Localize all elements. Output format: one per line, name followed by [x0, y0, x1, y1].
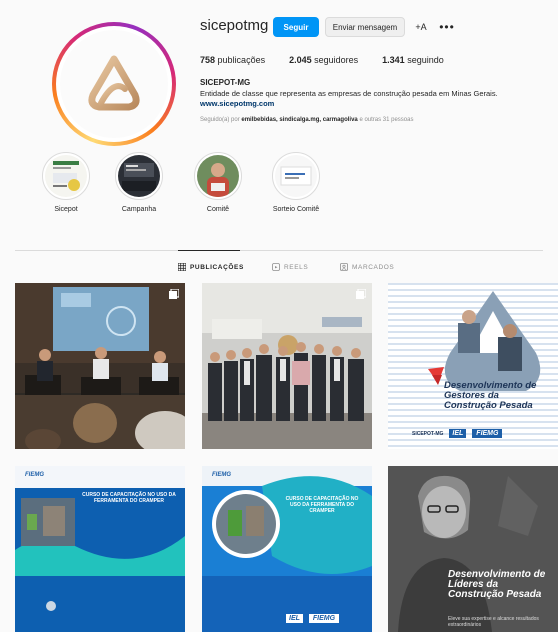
- post-image-group: [202, 283, 372, 449]
- post-thumbnail[interactable]: FIEMG CURSO DE CAPACITAÇÃO NO USO DA FER…: [202, 466, 372, 632]
- highlight-thumbnail: [118, 155, 160, 197]
- fiemg-logo-text: FIEMG: [308, 614, 340, 623]
- tagged-icon: [340, 263, 348, 271]
- highlight-thumbnail: [275, 155, 317, 197]
- profile-stats: 758 publicações 2.045 seguidores 1.341 s…: [200, 55, 444, 65]
- highlight-label: Sorteio Comitê: [272, 206, 320, 213]
- multiple-posts-icon: [356, 289, 366, 299]
- profile-avatar-ring[interactable]: [52, 22, 176, 146]
- post-gestores-logos: SICEPOT-MG IEL FIEMG: [412, 429, 503, 438]
- highlight-label: Sicepot: [54, 206, 78, 213]
- profile-bio: Entidade de classe que representa as emp…: [200, 89, 498, 98]
- highlight-thumbnail: [45, 155, 87, 197]
- fiemg-logo-text: FIEMG: [472, 429, 503, 438]
- post-curso-logos: IEL FIEMG: [286, 614, 340, 623]
- post-curso-brand: FIEMG: [25, 472, 44, 478]
- profile-avatar[interactable]: [56, 26, 172, 142]
- follow-button[interactable]: Seguir: [273, 17, 319, 37]
- sicepot-logo-icon: [88, 55, 140, 111]
- following-stat[interactable]: 1.341 seguindo: [382, 55, 444, 65]
- highlight-sicepot[interactable]: Sicepot: [38, 152, 94, 213]
- post-thumbnail[interactable]: [15, 283, 185, 449]
- highlight-comite[interactable]: Comitê: [190, 152, 246, 213]
- reels-icon: [272, 263, 280, 271]
- post-curso-title: CURSO DE CAPACITAÇÃO NO USO DA FERRAMENT…: [82, 492, 176, 504]
- followers-stat[interactable]: 2.045 seguidores: [289, 55, 358, 65]
- post-image-lideres: [388, 466, 558, 632]
- profile-username: sicepotmg: [200, 17, 269, 34]
- post-thumbnail[interactable]: Desenvolvimento de Líderes da Construção…: [388, 466, 558, 632]
- post-curso-title: CURSO DE CAPACITAÇÃO NO USO DA FERRAMENT…: [285, 496, 359, 514]
- iel-logo-text: IEL: [449, 429, 467, 438]
- highlight-label: Campanha: [121, 206, 157, 213]
- tab-label: MARCADOS: [352, 263, 395, 271]
- post-thumbnail[interactable]: Desenvolvimento de Gestores da Construçã…: [388, 283, 558, 449]
- post-image-curso-b: [202, 466, 372, 632]
- post-gestores-title: Desenvolvimento de Gestores da Construçã…: [444, 380, 537, 411]
- highlight-sorteio-comite[interactable]: Sorteio Comitê: [268, 152, 324, 213]
- send-message-button[interactable]: Enviar mensagem: [325, 17, 405, 37]
- highlight-campanha[interactable]: Campanha: [111, 152, 167, 213]
- iel-logo-text: IEL: [286, 614, 303, 623]
- post-image-conference: [15, 283, 185, 449]
- highlight-label: Comitê: [206, 206, 230, 213]
- profile-full-name: SICEPOT-MG: [200, 78, 251, 87]
- post-lideres-subtitle: Eleve sua expertise e alcance resultados…: [448, 616, 539, 628]
- tab-label: REELS: [284, 263, 309, 271]
- highlight-thumbnail: [197, 155, 239, 197]
- tabs-divider: [15, 250, 543, 251]
- profile-website-link[interactable]: www.sicepotmg.com: [200, 99, 274, 108]
- followed-by-text[interactable]: Seguido(a) por emilbebidas, sindicalga.m…: [200, 117, 413, 123]
- active-tab-indicator: [178, 250, 240, 251]
- post-image-curso-a: [15, 466, 185, 632]
- multiple-posts-icon: [169, 289, 179, 299]
- grid-icon: [178, 263, 186, 271]
- post-image-gestores-drop: [388, 283, 558, 449]
- tab-reels[interactable]: REELS: [272, 263, 308, 271]
- tab-marcados[interactable]: MARCADOS: [340, 263, 394, 271]
- post-lideres-title: Desenvolvimento de Líderes da Construção…: [448, 569, 546, 600]
- post-thumbnail[interactable]: [202, 283, 372, 449]
- post-thumbnail[interactable]: FIEMG CURSO DE CAPACITAÇÃO NO USO DA FER…: [15, 466, 185, 632]
- suggest-accounts-icon[interactable]: +A: [410, 17, 432, 37]
- sicepot-logo-text: SICEPOT-MG: [412, 430, 444, 437]
- posts-stat: 758 publicações: [200, 55, 266, 65]
- tab-label: PUBLICAÇÕES: [190, 263, 244, 271]
- post-curso-brand: FIEMG: [212, 472, 231, 478]
- more-options-icon[interactable]: •••: [438, 17, 456, 37]
- tab-publicacoes[interactable]: PUBLICAÇÕES: [178, 263, 244, 271]
